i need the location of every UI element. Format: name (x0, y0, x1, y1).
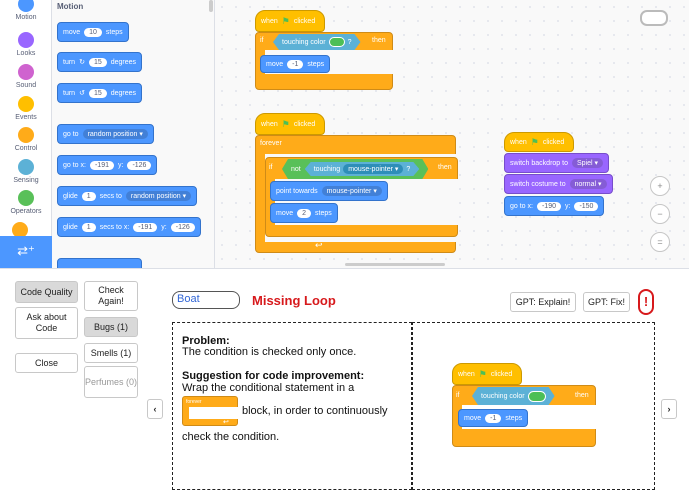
loop-arrow-icon: ↩ (315, 240, 323, 250)
ask-about-code-button[interactable]: Ask about Code (15, 307, 78, 339)
when-flag-clicked-hat[interactable]: when ⚑ clicked (504, 132, 574, 152)
previous-arrow-icon[interactable]: ‹ (147, 399, 163, 419)
glide-dropdown[interactable]: random position ▾ (125, 191, 192, 201)
x-input[interactable]: -191 (89, 160, 114, 170)
point-towards-block[interactable]: point towards mouse-pointer ▾ (270, 181, 388, 201)
next-arrow-icon[interactable]: › (661, 399, 677, 419)
zoom-out-icon[interactable]: − (650, 204, 670, 224)
point-towards-dropdown[interactable]: mouse-pointer ▾ (321, 186, 382, 196)
switch-backdrop-block[interactable]: switch backdrop to Spiel ▾ (504, 153, 610, 173)
workspace-scrollbar[interactable] (345, 263, 445, 266)
issue-title: Missing Loop (252, 293, 336, 308)
partial-block[interactable] (57, 258, 142, 268)
steps-input[interactable]: 10 (84, 27, 102, 37)
goto-xy-block[interactable]: go to x: -190 y: -150 (504, 196, 605, 216)
goto-dropdown[interactable]: random position ▾ (82, 129, 148, 139)
category-events[interactable]: Events (0, 96, 52, 121)
forever-block-mini: forever ↩ (182, 396, 239, 426)
goto-xy-block[interactable]: go to x: -191 y: -126 (57, 155, 158, 175)
green-flag-icon: ⚑ (281, 15, 290, 26)
x-input[interactable]: -190 (536, 201, 561, 211)
y-input[interactable]: -126 (170, 222, 195, 232)
steps-input[interactable]: -1 (287, 59, 304, 69)
when-flag-clicked-hat: when ⚑ clicked (452, 363, 522, 385)
secs-input[interactable]: 1 (81, 191, 96, 201)
secs-input[interactable]: 1 (81, 222, 96, 232)
category-sound[interactable]: Sound (0, 64, 52, 89)
when-flag-clicked-hat[interactable]: when ⚑ clicked (255, 113, 325, 135)
if-label: if (269, 164, 273, 171)
then-label: then (372, 37, 386, 44)
close-button[interactable]: Close (15, 353, 78, 373)
bugs-tab[interactable]: Bugs (1) (84, 317, 138, 337)
perfumes-tab[interactable]: Perfumes (0) (84, 366, 138, 398)
color-swatch (528, 391, 546, 402)
category-sensing[interactable]: Sensing (0, 159, 52, 184)
palette-title: Motion (57, 2, 84, 11)
turn-right-icon: ↻ (79, 59, 85, 66)
touching-dropdown[interactable]: mouse-pointer ▾ (343, 164, 403, 174)
sprite-name-field[interactable]: Boat (172, 291, 240, 309)
move-steps-block[interactable]: move -1 steps (260, 55, 331, 73)
steps-input[interactable]: 2 (297, 208, 312, 218)
touching-color-condition: touching color (472, 387, 555, 405)
backdrop-dropdown[interactable]: Spiel ▾ (571, 158, 604, 168)
degrees-input[interactable]: 15 (88, 57, 107, 67)
y-input[interactable]: -126 (127, 160, 152, 170)
category-operators[interactable]: Operators (0, 190, 52, 215)
zoom-reset-icon[interactable]: = (650, 232, 670, 252)
not-condition[interactable]: not touching mouse-pointer ▾? (282, 159, 428, 179)
extension-icon: ⇄⁺ (17, 243, 35, 258)
switch-costume-block[interactable]: switch costume to normal ▾ (504, 174, 613, 194)
green-flag-icon: ⚑ (478, 368, 487, 379)
sprite-thumbnail-icon (640, 10, 668, 26)
costume-dropdown[interactable]: normal ▾ (569, 179, 607, 189)
degrees-input[interactable]: 15 (88, 88, 107, 98)
suggestion-text-2: block, in order to continuously (242, 405, 388, 417)
then-label: then (438, 164, 452, 171)
move-steps-block[interactable]: move 10 steps (57, 22, 129, 42)
y-input[interactable]: -150 (574, 201, 599, 211)
check-again-button[interactable]: Check Again! (84, 281, 138, 311)
x-input[interactable]: -191 (133, 222, 158, 232)
move-steps-block[interactable]: move 2 steps (270, 203, 338, 223)
code-workspace[interactable]: when ⚑ clicked if touching color? then mov… (215, 0, 689, 268)
color-swatch[interactable] (329, 37, 345, 47)
glide-random-block[interactable]: glide 1 secs to random position ▾ (57, 186, 198, 206)
suggestion-text-3: check the condition. (182, 431, 280, 443)
category-control[interactable]: Control (0, 127, 52, 152)
turn-cw-block[interactable]: turn ↻ 15 degrees (57, 52, 143, 72)
code-quality-button[interactable]: Code Quality (15, 281, 78, 303)
code-quality-panel: Code Quality Check Again! Ask about Code… (0, 268, 689, 493)
glide-xy-block[interactable]: glide 1 secs to x: -191 y: -126 (57, 217, 201, 237)
loop-arrow-icon: ↩ (223, 419, 229, 426)
turn-ccw-block[interactable]: turn ↺ 15 degrees (57, 83, 143, 103)
category-looks[interactable]: Looks (0, 32, 52, 57)
category-sidebar: Motion Looks Sound Events Control Sensin… (0, 0, 52, 268)
gpt-explain-button[interactable]: GPT: Explain! (510, 292, 576, 312)
if-label: if (260, 37, 264, 44)
when-flag-clicked-hat[interactable]: when ⚑ clicked (255, 10, 325, 32)
category-motion[interactable]: Motion (0, 0, 52, 21)
problem-text: The condition is checked only once. (182, 346, 357, 358)
smells-tab[interactable]: Smells (1) (84, 343, 138, 363)
suggestion-heading: Suggestion for code improvement: (182, 370, 365, 382)
suggestion-text: Wrap the conditional statement in a (182, 382, 355, 394)
alert-icon: ! (638, 289, 654, 315)
green-flag-icon: ⚑ (530, 136, 539, 147)
turn-left-icon: ↺ (79, 90, 85, 97)
touching-condition[interactable]: touching mouse-pointer ▾? (305, 162, 420, 176)
green-flag-icon: ⚑ (281, 118, 290, 129)
extensions-button[interactable]: ⇄⁺ (0, 236, 52, 268)
zoom-in-icon[interactable]: + (650, 176, 670, 196)
touching-color-condition[interactable]: touching color? (273, 34, 361, 50)
block-palette: Motion move 10 steps turn ↻ 15 degrees turn ↺ 1… (52, 0, 215, 268)
palette-scrollbar[interactable] (209, 0, 213, 12)
goto-random-block[interactable]: go to random position ▾ (57, 124, 154, 144)
gpt-fix-button[interactable]: GPT: Fix! (583, 292, 630, 312)
forever-label: forever (260, 140, 282, 147)
move-steps-block: move -1 steps (458, 409, 529, 427)
